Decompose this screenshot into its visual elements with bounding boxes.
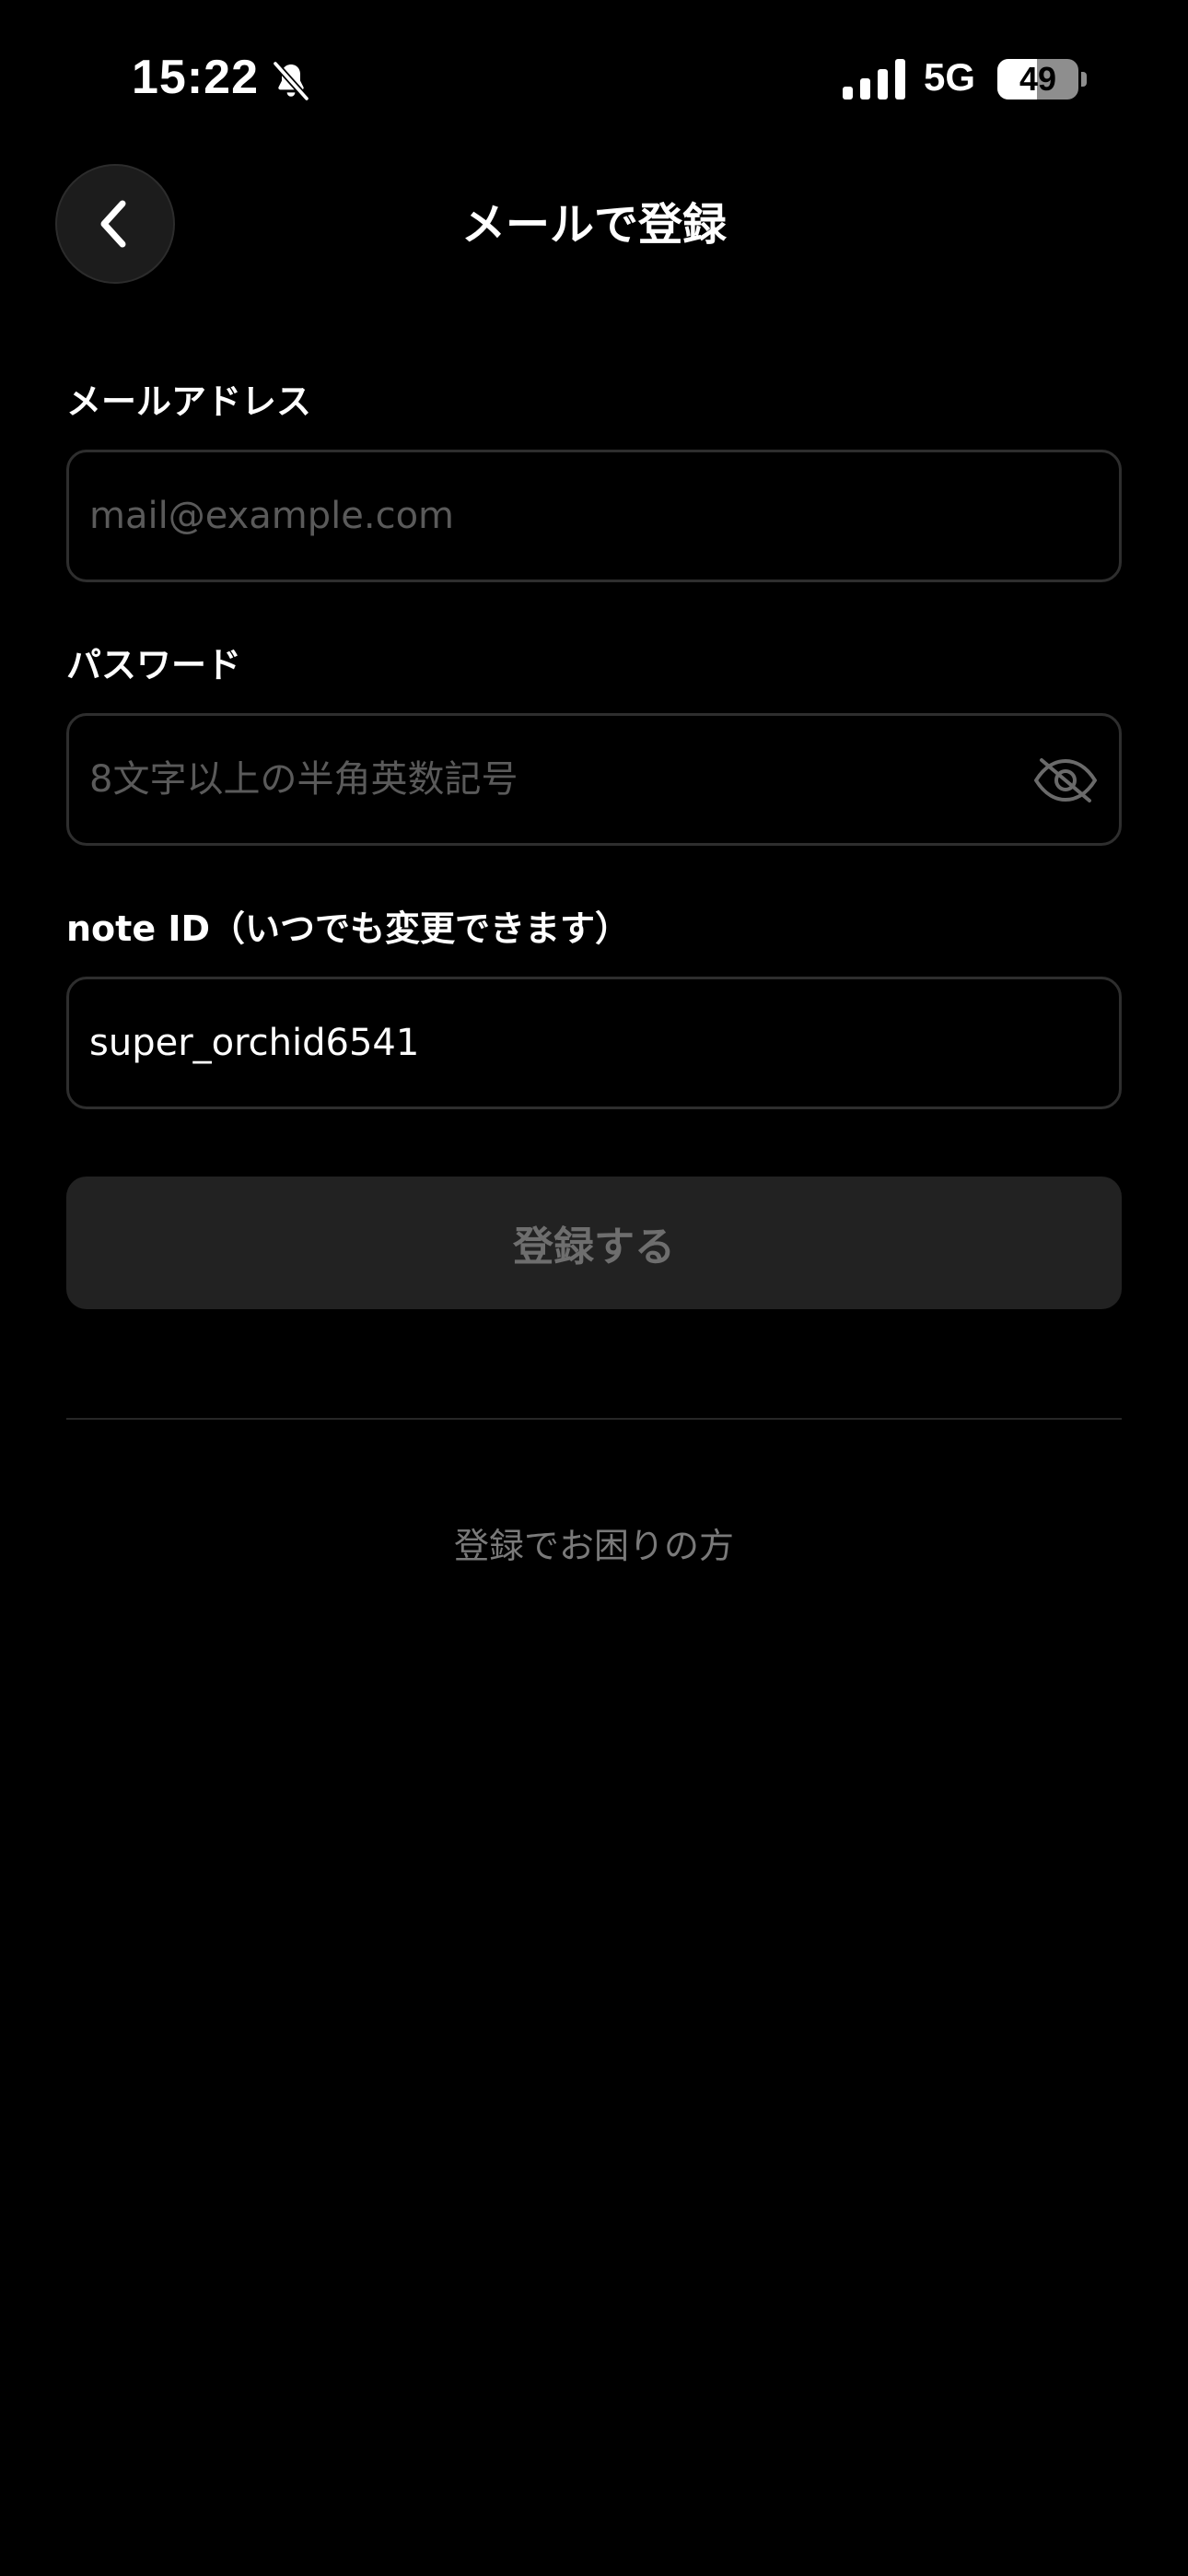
register-button[interactable]: 登録する [66, 1177, 1122, 1309]
divider [66, 1418, 1122, 1420]
email-input[interactable] [89, 452, 1010, 580]
status-bar: 15:22 5G 49 [0, 0, 1188, 166]
note-id-label: note ID（いつでも変更できます） [66, 908, 631, 949]
status-time: 15:22 [132, 51, 259, 104]
battery-cap [1081, 72, 1087, 87]
email-field[interactable] [66, 450, 1122, 582]
password-field[interactable] [66, 713, 1122, 846]
password-input[interactable] [89, 716, 1010, 843]
help-link[interactable]: 登録でお困りの方 [0, 1522, 1188, 1570]
network-type: 5G [924, 55, 976, 99]
note-id-field[interactable] [66, 977, 1122, 1109]
bell-slash-icon [272, 60, 310, 102]
signal-icon [843, 59, 905, 100]
battery-icon: 49 [997, 59, 1078, 100]
email-label: メールアドレス [66, 381, 312, 422]
password-label: パスワード [66, 645, 242, 685]
battery-percent: 49 [1019, 60, 1057, 98]
page-title: メールで登録 [460, 199, 727, 251]
note-id-input[interactable] [89, 979, 1010, 1107]
eye-off-icon[interactable] [1032, 756, 1099, 804]
